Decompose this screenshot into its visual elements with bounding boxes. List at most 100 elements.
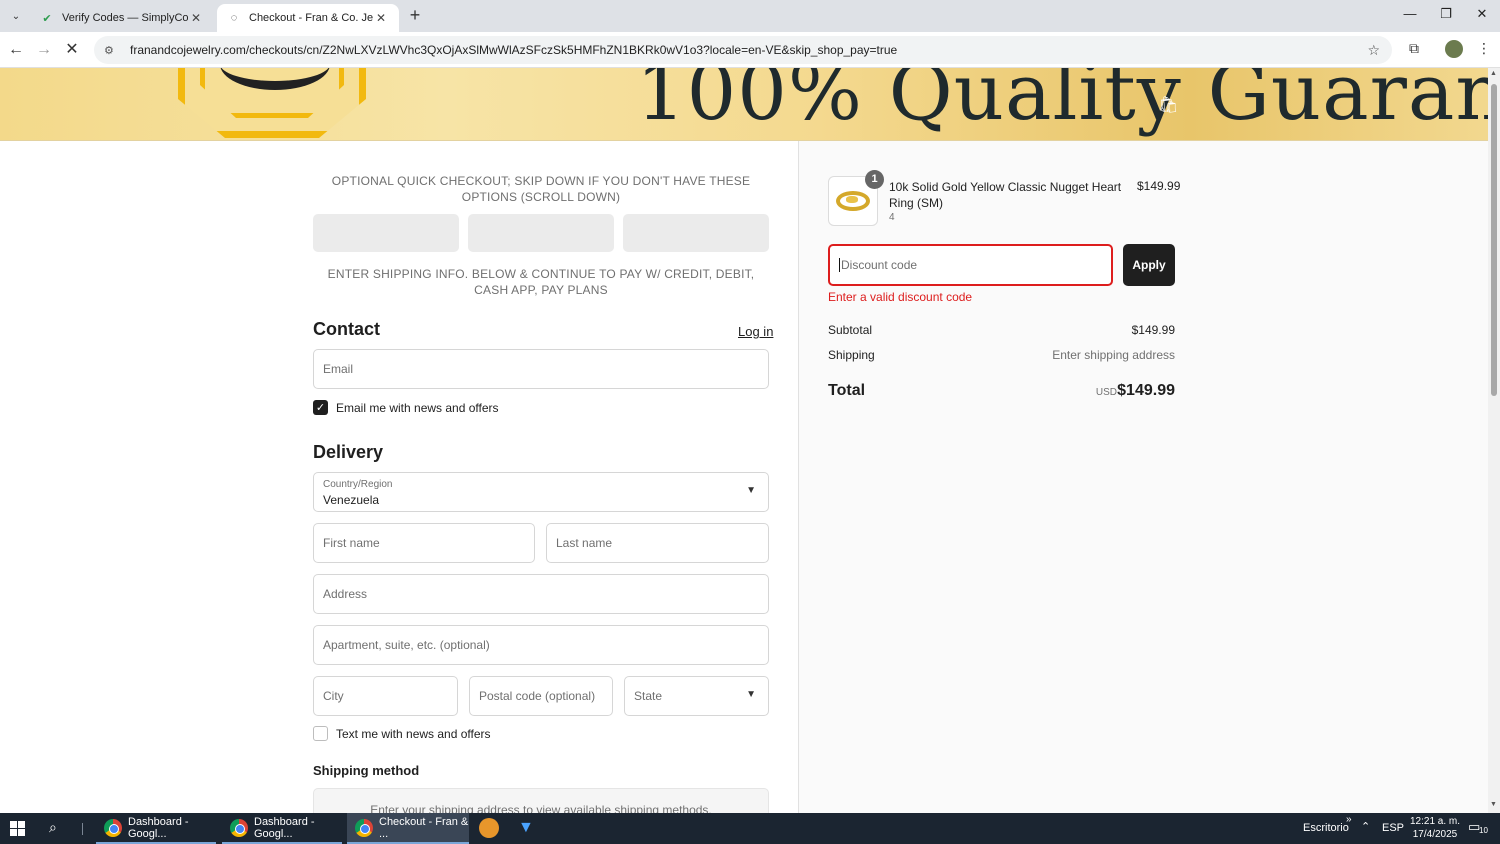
close-tab-icon[interactable]: ✕: [188, 11, 204, 25]
first-name-field[interactable]: First name: [313, 523, 535, 563]
text-caret: [839, 258, 840, 272]
address-bar[interactable]: ⚙ franandcojewelry.com/checkouts/cn/Z2Nw…: [94, 36, 1392, 64]
page-scrollbar[interactable]: ▲ ▼: [1488, 68, 1500, 813]
profile-avatar[interactable]: [1445, 40, 1465, 60]
first-name-placeholder: First name: [323, 536, 380, 550]
search-icon[interactable]: ⌕: [49, 819, 57, 836]
tab-simplycodes[interactable]: ✔ Verify Codes — SimplyCodes ✕: [30, 4, 214, 32]
apply-discount-button[interactable]: Apply: [1123, 244, 1175, 286]
subtotal-row: Subtotal $149.99: [828, 323, 1175, 337]
chevron-down-icon: ▼: [746, 485, 756, 496]
shipping-method-placeholder: Enter your shipping address to view avai…: [313, 788, 769, 813]
total-label: Total: [828, 382, 866, 399]
postal-placeholder: Postal code (optional): [479, 689, 596, 703]
clock-time: 12:21 a. m.: [1409, 816, 1461, 827]
scrollbar-thumb[interactable]: [1491, 84, 1497, 396]
delivery-heading: Delivery: [313, 442, 384, 462]
total-row: Total USD $149.99: [828, 382, 1175, 400]
system-clock[interactable]: 12:21 a. m. 17/4/2025: [1404, 815, 1466, 841]
shipping-label: Shipping: [828, 348, 875, 362]
email-field[interactable]: Email: [313, 349, 769, 389]
email-placeholder: Email: [323, 362, 354, 376]
cart-bag-icon[interactable]: 🛍: [1158, 95, 1178, 115]
language-indicator[interactable]: ESP: [1382, 822, 1404, 834]
loading-favicon-icon: ◌: [230, 12, 238, 24]
tab-checkout[interactable]: ◌ Checkout - Fran & Co. Jewelry ✕: [217, 4, 399, 32]
column-divider: [798, 141, 799, 813]
extensions-icon[interactable]: ⧉: [1404, 40, 1424, 60]
express-pay-button-3[interactable]: [623, 214, 769, 252]
tab-title: Verify Codes — SimplyCodes: [62, 12, 188, 24]
notification-count: 10: [1479, 826, 1488, 835]
scroll-down-icon[interactable]: ▼: [1490, 801, 1497, 808]
shipping-method-heading: Shipping method: [313, 763, 420, 778]
restore-icon[interactable]: ❐: [1431, 6, 1461, 22]
address-field[interactable]: Address: [313, 574, 769, 614]
close-window-icon[interactable]: ✕: [1467, 6, 1497, 22]
taskbar-app-chrome-2[interactable]: Dashboard - Googl...: [222, 813, 342, 844]
postal-code-field[interactable]: Postal code (optional): [469, 676, 613, 716]
new-tab-button[interactable]: +: [405, 6, 425, 26]
subtotal-value: $149.99: [1131, 323, 1175, 337]
scroll-up-icon[interactable]: ▲: [1490, 70, 1497, 77]
desktop-toolbar-label[interactable]: Escritorio: [1303, 822, 1349, 834]
order-summary-panel: [799, 141, 1488, 813]
discount-error: Enter a valid discount code: [828, 290, 973, 304]
vpn-app-icon[interactable]: ▼: [518, 819, 534, 837]
express-checkout-note: OPTIONAL QUICK CHECKOUT; SKIP DOWN IF YO…: [331, 174, 751, 204]
text-news-label: Text me with news and offers: [336, 726, 491, 741]
taskbar-app-label: Dashboard - Googl...: [128, 815, 189, 840]
quantity-badge: 1: [865, 170, 884, 189]
login-link[interactable]: Log in: [738, 324, 773, 339]
city-placeholder: City: [323, 689, 344, 703]
tab-title: Checkout - Fran & Co. Jewelry: [249, 12, 373, 24]
subtotal-label: Subtotal: [828, 323, 873, 337]
chrome-icon: [230, 818, 248, 837]
tab-search-icon[interactable]: ⌄: [6, 6, 26, 26]
chrome-icon: [355, 818, 373, 837]
email-news-checkbox[interactable]: ✓: [313, 400, 328, 415]
express-pay-button-1[interactable]: [313, 214, 459, 252]
firefox-like-app-icon[interactable]: [479, 818, 499, 838]
taskbar-app-chrome-1[interactable]: Dashboard - Googl...: [96, 813, 216, 844]
product-price: $149.99: [1137, 179, 1181, 193]
product-variant: 4: [889, 212, 895, 223]
banner-headline: 100% Quality Guarantee: [636, 68, 1488, 138]
minimize-icon[interactable]: —: [1395, 6, 1425, 21]
stop-loading-icon[interactable]: ✕: [62, 40, 82, 60]
windows-taskbar: ⌕ Dashboard - Googl... Dashboard - Googl…: [0, 813, 1500, 844]
apartment-field[interactable]: Apartment, suite, etc. (optional): [313, 625, 769, 665]
close-tab-icon[interactable]: ✕: [373, 11, 389, 25]
checkout-page: 100% Quality Guarantee 🛍 OPTIONAL QUICK …: [0, 68, 1488, 813]
state-placeholder: State: [634, 689, 663, 703]
country-select[interactable]: Country/Region Venezuela ▼: [313, 472, 769, 512]
browser-toolbar: ← → ✕ ⚙ franandcojewelry.com/checkouts/c…: [0, 32, 1500, 68]
city-field[interactable]: City: [313, 676, 458, 716]
site-info-icon[interactable]: ⚙: [104, 44, 122, 57]
taskbar-app-chrome-3[interactable]: Checkout - Fran & ...: [347, 813, 469, 844]
express-pay-button-2[interactable]: [468, 214, 614, 252]
email-news-checkbox-row[interactable]: ✓ Email me with news and offers: [313, 400, 499, 415]
text-news-checkbox-row[interactable]: Text me with news and offers: [313, 726, 491, 741]
apartment-placeholder: Apartment, suite, etc. (optional): [323, 638, 490, 652]
bookmark-star-icon[interactable]: ☆: [1367, 42, 1380, 59]
windows-start-icon[interactable]: [10, 821, 26, 837]
product-name: 10k Solid Gold Yellow Classic Nugget Hea…: [889, 180, 1122, 210]
forward-icon[interactable]: →: [34, 40, 54, 60]
store-banner: 100% Quality Guarantee 🛍: [0, 68, 1488, 141]
country-label: Country/Region: [323, 479, 393, 490]
back-icon[interactable]: ←: [6, 40, 26, 60]
chrome-icon: [104, 818, 122, 837]
email-news-label: Email me with news and offers: [336, 400, 499, 415]
discount-placeholder: Discount code: [841, 258, 918, 272]
state-select[interactable]: State ▼: [624, 676, 769, 716]
last-name-field[interactable]: Last name: [546, 523, 769, 563]
discount-code-input[interactable]: Discount code: [828, 244, 1113, 286]
shipping-value: Enter shipping address: [1052, 348, 1175, 362]
text-news-checkbox[interactable]: [313, 726, 328, 741]
toolbar-more-icon[interactable]: »: [1346, 814, 1352, 825]
show-hidden-icons-icon[interactable]: ⌃: [1361, 820, 1370, 833]
shipping-info-note: ENTER SHIPPING INFO. BELOW & CONTINUE TO…: [327, 267, 755, 297]
contact-heading: Contact: [313, 319, 380, 339]
menu-kebab-icon[interactable]: ⋮: [1474, 40, 1494, 60]
